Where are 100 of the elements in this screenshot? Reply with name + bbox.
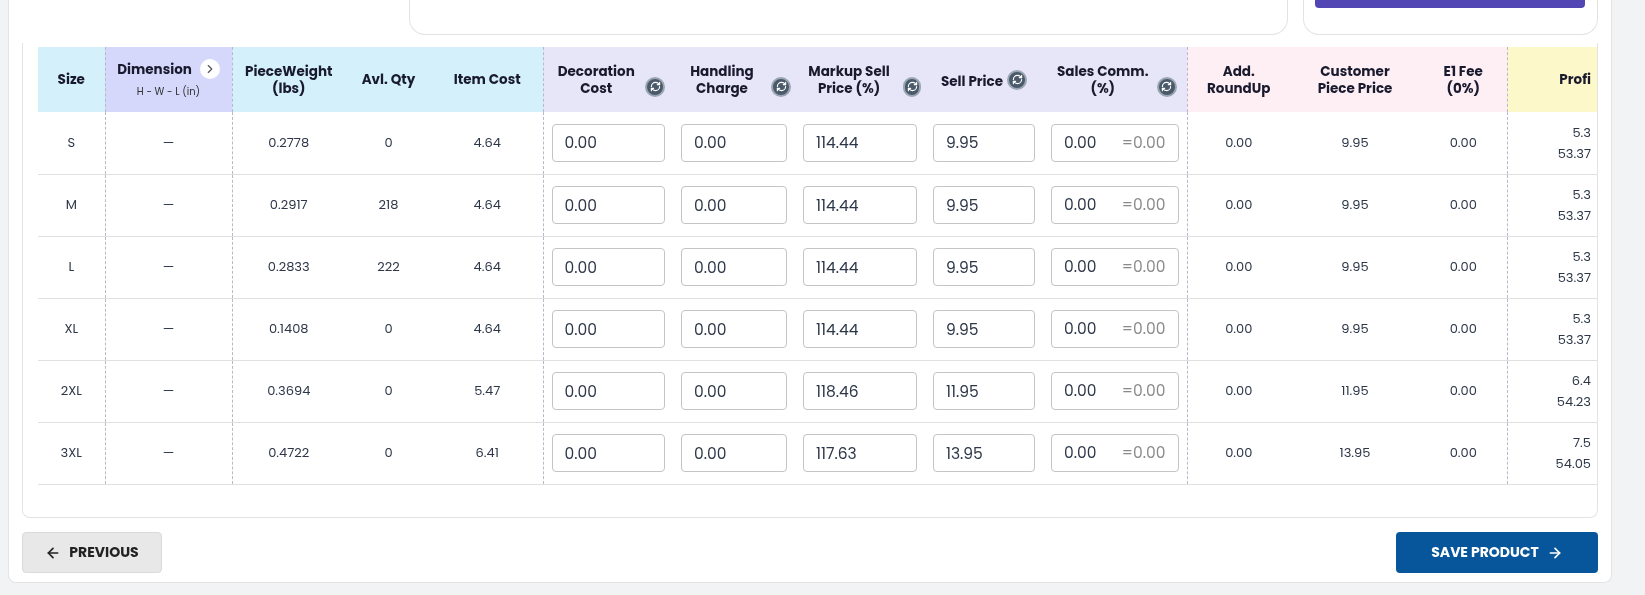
profit-amount: 5.3 (1572, 246, 1591, 267)
table-cell: 9.95 (1341, 257, 1369, 277)
number-input[interactable]: 0.00 (551, 248, 665, 286)
commission-input[interactable]: 0.00 =0.00 (1051, 372, 1179, 410)
table-cell: 218 (378, 195, 399, 215)
table-cell: L (68, 257, 75, 277)
profit-amount: 5.3 (1572, 121, 1591, 143)
table-cell: 0.00 (1449, 381, 1477, 401)
commission-input[interactable]: 0.00 =0.00 (1051, 123, 1179, 162)
column-title: Customer Piece Price (1316, 62, 1394, 97)
number-input[interactable]: 0.00 (681, 186, 787, 224)
profit-amount: 6.4 (1571, 370, 1591, 391)
table-cell: 0.00 (1225, 319, 1253, 339)
number-input[interactable]: 0.00 (551, 372, 665, 410)
table-cell: 2XL (60, 381, 82, 401)
number-input[interactable]: 114.44 (803, 186, 917, 224)
number-input[interactable]: 9.95 (933, 310, 1035, 348)
refresh-icon[interactable] (903, 76, 921, 97)
table-cell: 0.00 (1225, 381, 1253, 401)
table-cell: 0.4722 (268, 443, 310, 463)
commission-input[interactable]: 0.00 =0.00 (1051, 310, 1179, 348)
table-cell: — (162, 133, 175, 152)
number-input[interactable]: 9.95 (933, 186, 1035, 224)
column-title: Sales Comm. (%) (1056, 62, 1150, 97)
number-input[interactable]: 0.00 (551, 434, 665, 472)
table-cell: 4.64 (473, 195, 501, 215)
table-cell: 0.00 (1225, 133, 1253, 152)
table-cell: 0.1408 (268, 319, 309, 339)
table-cell: S (67, 133, 76, 152)
refresh-icon[interactable] (771, 76, 791, 97)
number-input[interactable]: 0.00 (681, 434, 787, 472)
table-cell: XL (64, 319, 79, 339)
table-cell: 5.47 (474, 381, 501, 401)
number-input[interactable]: 13.95 (933, 434, 1035, 472)
profit-percent: 54.05 (1555, 453, 1591, 474)
table-cell: 0 (384, 133, 393, 152)
number-input[interactable]: 11.95 (933, 372, 1035, 410)
table-cell: 4.64 (473, 319, 501, 339)
table-cell: 3XL (60, 443, 82, 463)
table-cell: 13.95 (1339, 443, 1371, 463)
table-cell: 0 (384, 443, 393, 463)
column-title: Sell Price (940, 72, 1004, 90)
number-input[interactable]: 9.95 (933, 248, 1035, 286)
table-cell: — (162, 443, 175, 463)
table-cell: — (162, 195, 175, 215)
save-product-button[interactable]: SAVE PRODUCT (1396, 532, 1598, 573)
refresh-icon[interactable] (1156, 76, 1177, 97)
number-input[interactable]: 117.63 (803, 434, 917, 472)
number-input[interactable]: 9.95 (933, 123, 1035, 162)
table-cell: 0.2917 (269, 195, 308, 215)
column-title: Size (57, 71, 85, 88)
commission-input[interactable]: 0.00 =0.00 (1051, 248, 1179, 286)
table-cell: 0.00 (1449, 257, 1477, 277)
table-cell: 11.95 (1341, 381, 1369, 401)
chevron-right-icon[interactable] (199, 59, 220, 79)
number-input[interactable]: 0.00 (551, 123, 665, 162)
column-title: Decoration Cost (556, 62, 636, 97)
refresh-icon[interactable] (1007, 69, 1028, 90)
number-input[interactable]: 0.00 (681, 310, 787, 348)
table-cell: 9.95 (1341, 195, 1369, 215)
number-input[interactable]: 0.00 (681, 248, 787, 286)
refresh-icon[interactable] (645, 76, 666, 97)
profit-percent: 53.37 (1557, 267, 1591, 288)
table-cell: 0.00 (1449, 443, 1477, 463)
number-input[interactable]: 114.44 (803, 248, 917, 286)
commission-input[interactable]: 0.00 =0.00 (1051, 186, 1179, 224)
table-cell: 222 (377, 257, 400, 277)
number-input[interactable]: 0.00 (681, 123, 787, 162)
table-cell: 0.2778 (268, 133, 310, 152)
table-cell: 0 (384, 319, 393, 339)
table-cell: 0.00 (1225, 257, 1253, 277)
profit-percent: 53.37 (1557, 142, 1591, 164)
profit-amount: 5.3 (1572, 308, 1591, 329)
column-title: Add. RoundUp (1206, 62, 1272, 97)
number-input[interactable]: 0.00 (551, 310, 665, 348)
number-input[interactable]: 0.00 (551, 186, 665, 224)
table-cell: — (162, 381, 175, 401)
table-cell: 0.00 (1449, 133, 1477, 152)
table-cell: 0.00 (1225, 195, 1253, 215)
column-title: Markup Sell Price (%) (807, 62, 891, 97)
number-input[interactable]: 114.44 (803, 123, 917, 162)
table-cell: 0.00 (1225, 443, 1253, 463)
profit-amount: 7.5 (1573, 432, 1591, 453)
table-cell: 9.95 (1341, 133, 1369, 152)
number-input[interactable]: 0.00 (681, 372, 787, 410)
number-input[interactable]: 114.44 (803, 310, 917, 348)
table-cell: — (162, 257, 175, 277)
commission-input[interactable]: 0.00 =0.00 (1051, 434, 1179, 472)
column-title: Item Cost (453, 71, 521, 88)
table-cell: 0.00 (1449, 319, 1477, 339)
number-input[interactable]: 118.46 (803, 372, 917, 410)
previous-button[interactable]: PREVIOUS (22, 532, 162, 573)
column-title: Profi (1559, 71, 1591, 88)
table-cell: 0 (384, 381, 393, 401)
table-cell: 0.3694 (267, 381, 311, 401)
profit-percent: 54.23 (1556, 391, 1591, 412)
table-cell: 0.2833 (267, 257, 310, 277)
column-title: Handling Charge (689, 62, 755, 97)
column-title: Avl. Qty (361, 71, 416, 88)
column-title: E1 Fee (0%) (1442, 62, 1484, 97)
